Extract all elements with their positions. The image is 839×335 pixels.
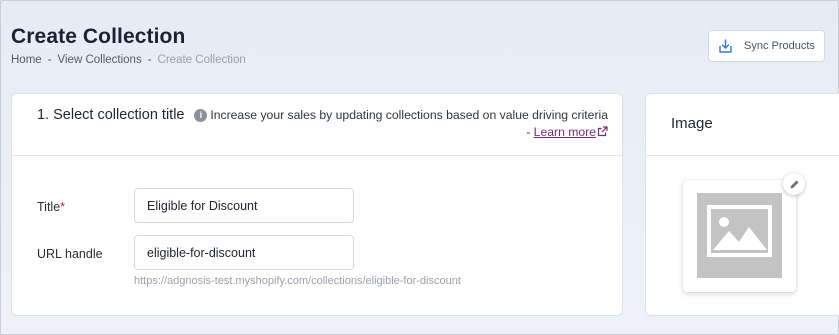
section-title: 1. Select collection title xyxy=(37,107,185,123)
title-label-text: Title xyxy=(37,200,61,214)
breadcrumb-separator: - xyxy=(147,54,152,66)
title-input[interactable] xyxy=(134,188,354,223)
breadcrumb: Home - View Collections - Create Collect… xyxy=(11,54,246,66)
external-link-icon xyxy=(597,126,608,137)
learn-more-label: Learn more xyxy=(533,125,596,139)
title-field-label: Title* xyxy=(37,200,65,214)
hint-text: i Increase your sales by updating collect… xyxy=(188,107,608,141)
app-frame: Create Collection Home - View Collection… xyxy=(0,0,839,335)
learn-more-link[interactable]: Learn more xyxy=(534,125,608,139)
image-upload-box[interactable] xyxy=(683,180,796,292)
select-title-card: 1. Select collection title i Increase you… xyxy=(11,93,623,316)
breadcrumb-current: Create Collection xyxy=(157,54,246,66)
required-marker: * xyxy=(60,200,66,214)
download-icon xyxy=(719,38,732,53)
sync-products-button[interactable]: Sync Products xyxy=(708,30,825,62)
page-title: Create Collection xyxy=(11,25,186,48)
image-placeholder-icon xyxy=(697,193,782,278)
image-card: Image xyxy=(645,93,839,316)
breadcrumb-separator: - xyxy=(47,54,52,66)
breadcrumb-view-collections[interactable]: View Collections xyxy=(58,54,142,66)
url-handle-input[interactable] xyxy=(134,235,354,270)
url-handle-label: URL handle xyxy=(37,247,103,261)
select-title-header: 1. Select collection title i Increase you… xyxy=(12,94,622,156)
info-icon: i xyxy=(194,109,208,122)
url-preview: https://adgnosis-test.myshopify.com/coll… xyxy=(134,275,461,287)
breadcrumb-home[interactable]: Home xyxy=(11,54,42,66)
edit-image-button[interactable] xyxy=(783,173,805,195)
image-card-title: Image xyxy=(671,115,713,132)
pencil-icon xyxy=(790,180,798,188)
image-card-header: Image xyxy=(646,94,839,156)
sync-products-label: Sync Products xyxy=(744,40,815,52)
